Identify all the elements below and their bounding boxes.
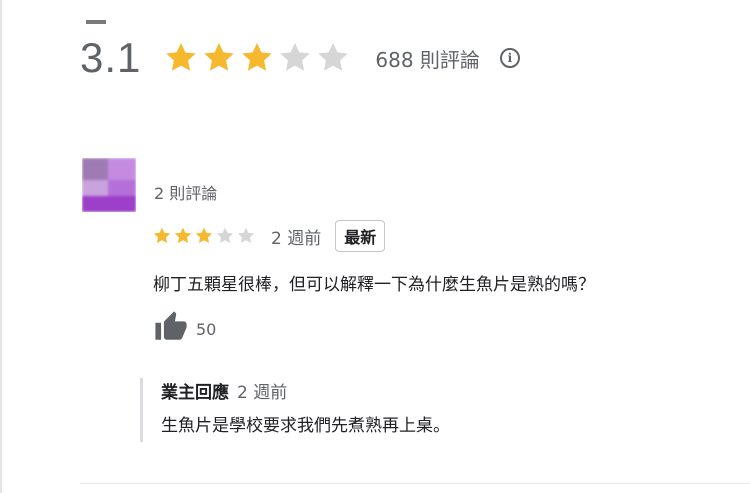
corner-mark: [86, 20, 106, 24]
avatar-image: [82, 158, 136, 212]
review-text: 柳丁五顆星很棒，但可以解釋一下為什麼生魚片是熟的嗎？: [153, 275, 595, 295]
reply-time: 2 週前: [237, 383, 288, 403]
review-stars: [152, 226, 257, 246]
star-empty-icon: [280, 43, 311, 71]
reply-author: 業主回應: [161, 383, 229, 403]
rating-number: 3.1: [80, 34, 142, 81]
star-empty-icon: [237, 227, 255, 244]
star-empty-icon: [216, 227, 234, 244]
rating-summary: 3.1 688 則評論 i: [80, 28, 520, 88]
like-count: 50: [196, 319, 217, 339]
star-filled-icon: [153, 227, 171, 244]
star-empty-icon: [318, 43, 349, 71]
owner-reply: 業主回應 2 週前 生魚片是學校要求我們先煮熟再上桌。: [140, 378, 450, 442]
summary-stars: [163, 40, 353, 76]
star-filled-icon: [174, 227, 192, 244]
author-meta[interactable]: 2 則評論: [154, 180, 217, 204]
info-icon[interactable]: i: [499, 48, 520, 68]
left-border: [0, 0, 2, 493]
star-filled-icon: [204, 43, 235, 71]
star-filled-icon: [242, 43, 273, 71]
reply-header: 業主回應 2 週前: [161, 378, 450, 403]
star-filled-icon: [166, 43, 197, 71]
newest-badge: 最新: [335, 220, 386, 252]
thumbs-up-icon[interactable]: [154, 310, 188, 344]
bottom-divider: [80, 483, 750, 484]
avatar[interactable]: [82, 158, 136, 212]
star-filled-icon: [195, 227, 213, 244]
reply-text: 生魚片是學校要求我們先煮熟再上桌。: [161, 416, 450, 436]
like-button[interactable]: 50: [154, 310, 216, 344]
review-count[interactable]: 688 則評論: [375, 44, 480, 73]
review-page: 3.1 688 則評論 i 2 則評論 2 週前 最新 柳丁五顆星很棒，但可以解…: [0, 0, 750, 493]
review-rating-row: 2 週前 最新: [152, 220, 386, 252]
review-time: 2 週前: [271, 228, 322, 249]
